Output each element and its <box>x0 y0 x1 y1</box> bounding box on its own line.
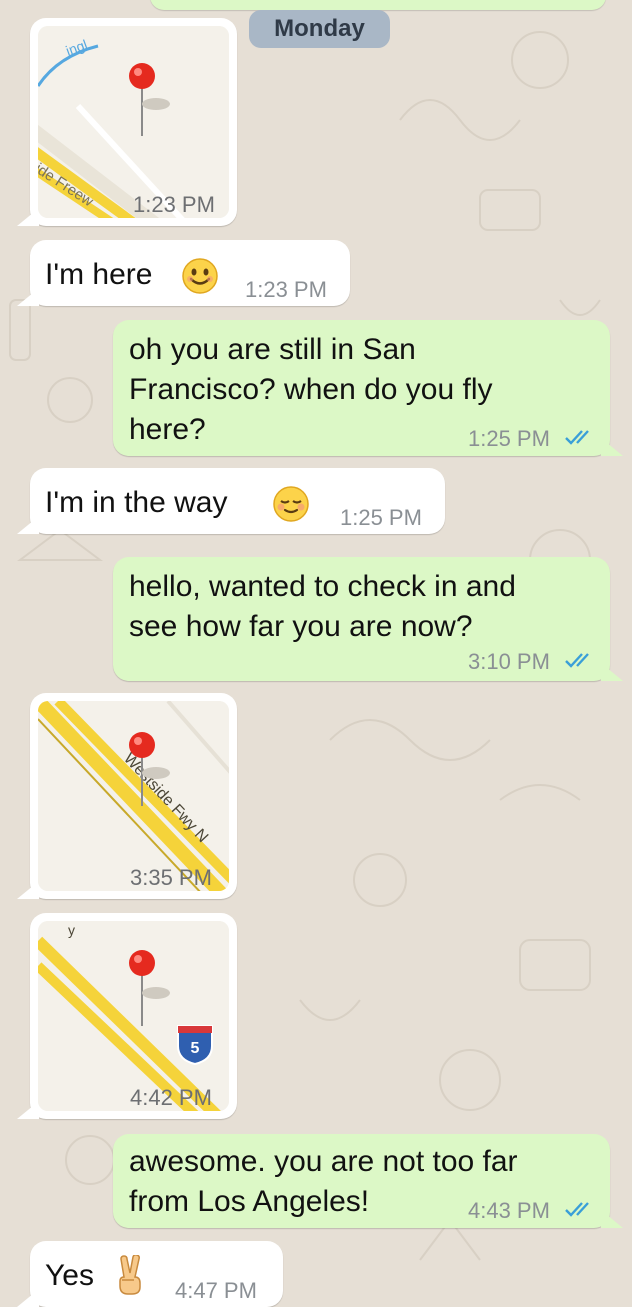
message-text: hello, wanted to check in and see how fa… <box>129 570 516 643</box>
map-road-label: y <box>68 922 75 938</box>
message-text: Yes <box>45 1259 94 1292</box>
map-icon: y 5 <box>38 921 229 1111</box>
relieved-face-icon <box>273 486 309 522</box>
message-text: awesome. you are not too far from Los An… <box>129 1145 518 1218</box>
location-message[interactable]: y 5 4:42 PM <box>17 913 237 1119</box>
map-icon: ingl ide Freew <box>38 26 229 218</box>
message-time: 3:10 PM <box>468 649 550 674</box>
message-time: 1:23 PM <box>133 192 215 217</box>
read-receipt-icon <box>565 1202 589 1217</box>
incoming-message[interactable]: Yes 4:47 PM <box>17 1241 283 1307</box>
date-separator: Monday <box>249 10 390 48</box>
smiling-face-icon <box>182 258 218 294</box>
outgoing-message[interactable]: oh you are still in San Francisco? when … <box>113 320 623 456</box>
message-text: oh you are still in San Francisco? when … <box>129 333 493 446</box>
incoming-message[interactable]: I'm here 1:23 PM <box>17 240 350 306</box>
message-text: I'm here <box>45 258 153 291</box>
message-time: 3:35 PM <box>130 865 212 890</box>
outgoing-message[interactable]: awesome. you are not too far from Los An… <box>113 1134 623 1228</box>
map-thumbnail[interactable]: Westside Fwy N <box>38 701 229 891</box>
outgoing-message[interactable]: hello, wanted to check in and see how fa… <box>113 557 623 681</box>
message-text: I'm in the way <box>45 486 228 519</box>
location-message[interactable]: Westside Fwy N 3:35 PM <box>17 693 237 899</box>
map-icon: Westside Fwy N <box>38 701 229 891</box>
interstate-number: 5 <box>191 1040 200 1057</box>
message-time: 1:25 PM <box>468 426 550 451</box>
message-time: 4:42 PM <box>130 1085 212 1110</box>
message-time: 4:43 PM <box>468 1198 550 1223</box>
read-receipt-icon <box>565 430 589 445</box>
read-receipt-icon <box>565 653 589 668</box>
map-pin-icon <box>129 950 155 976</box>
incoming-message[interactable]: I'm in the way 1:25 PM <box>17 468 445 534</box>
previous-outgoing-bubble-edge <box>150 0 606 10</box>
map-pin-icon <box>129 63 155 89</box>
location-message[interactable]: ingl ide Freew 1:23 PM <box>17 18 237 226</box>
map-pin-icon <box>129 732 155 758</box>
message-time: 4:47 PM <box>175 1278 257 1303</box>
message-time: 1:25 PM <box>340 505 422 530</box>
message-time: 1:23 PM <box>245 277 327 302</box>
map-thumbnail[interactable]: y 5 <box>38 921 229 1111</box>
interstate-shield-icon: 5 <box>177 1025 213 1066</box>
victory-hand-icon <box>119 1255 141 1295</box>
map-thumbnail[interactable]: ingl ide Freew <box>38 26 229 218</box>
